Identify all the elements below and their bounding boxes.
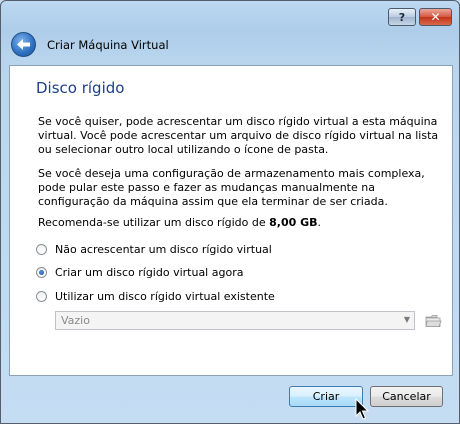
advanced-paragraph: Se você deseja uma configuração de armaz… bbox=[38, 167, 425, 208]
recommendation-suffix: . bbox=[317, 216, 322, 229]
back-arrow-icon bbox=[17, 39, 30, 50]
existing-disk-select[interactable]: Vazio ▼ bbox=[55, 311, 415, 330]
radio-existing-disk[interactable]: Utilizar um disco rígido virtual existen… bbox=[36, 290, 275, 303]
close-button[interactable]: ✕ bbox=[419, 8, 452, 26]
content-panel: Disco rígido Se você quiser, pode acresc… bbox=[9, 65, 453, 376]
select-value: Vazio bbox=[61, 314, 90, 327]
recommendation-text: Recomenda-se utilizar um disco rígido de… bbox=[38, 216, 443, 230]
radio-create-disk[interactable]: Criar um disco rígido virtual agora bbox=[36, 266, 243, 279]
dialog-window: ? ✕ Criar Máquina Virtual Disco rígido S… bbox=[0, 0, 460, 424]
radio-label: Não acrescentar um disco rígido virtual bbox=[55, 243, 272, 256]
back-button[interactable] bbox=[11, 32, 36, 57]
choose-file-button[interactable] bbox=[423, 311, 443, 330]
cancel-button[interactable]: Cancelar bbox=[370, 386, 443, 407]
page-title: Disco rígido bbox=[36, 79, 125, 97]
radio-label: Utilizar um disco rígido virtual existen… bbox=[55, 290, 275, 303]
radio-button[interactable] bbox=[36, 291, 47, 302]
help-button[interactable]: ? bbox=[388, 8, 416, 26]
chevron-down-icon: ▼ bbox=[403, 315, 410, 324]
create-button[interactable]: Criar bbox=[289, 386, 363, 407]
radio-button-checked[interactable] bbox=[36, 267, 47, 278]
radio-no-disk[interactable]: Não acrescentar um disco rígido virtual bbox=[36, 243, 272, 256]
folder-icon bbox=[425, 314, 442, 327]
recommendation-prefix: Recomenda-se utilizar um disco rígido de bbox=[38, 216, 270, 229]
window-title: Criar Máquina Virtual bbox=[47, 38, 169, 52]
mouse-pointer-icon bbox=[355, 398, 369, 420]
radio-button[interactable] bbox=[36, 244, 47, 255]
radio-label: Criar um disco rígido virtual agora bbox=[55, 266, 244, 279]
recommended-size: 8,00 GB bbox=[269, 216, 318, 229]
intro-paragraph: Se você quiser, pode acrescentar um disc… bbox=[38, 115, 439, 156]
